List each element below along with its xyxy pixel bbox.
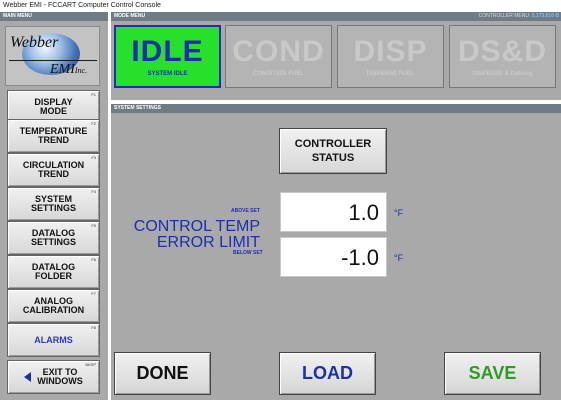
mode-disp-button[interactable]: DISP DISPENSE FUEL: [337, 25, 444, 88]
fkey-label: F5: [91, 223, 96, 228]
logo-line: [9, 60, 97, 61]
error-limit-label: ERROR LIMIT: [156, 234, 260, 251]
above-set-value-field[interactable]: 1.0: [280, 192, 387, 232]
mode-menu-panel: MODE MENU CONTROLLER MENU: 5.173.010 B I…: [111, 12, 561, 100]
left-arrow-icon: [24, 372, 32, 382]
fkey-label: F4: [91, 189, 96, 194]
mode-dsd-button[interactable]: DS&D DISPENSE & Datalog: [449, 25, 556, 88]
fkey-label: F8: [91, 325, 96, 330]
above-set-label: ABOVE SET: [231, 208, 260, 214]
below-set-label: BELOW SET: [233, 250, 263, 256]
below-set-value-field[interactable]: -1.0: [280, 237, 387, 277]
fkey-label: F6: [91, 257, 96, 262]
save-button[interactable]: SAVE: [444, 352, 541, 395]
fkey-label: F7: [91, 291, 96, 296]
mode-cond-button[interactable]: COND CONDITION FUEL: [225, 25, 332, 88]
fkey-label: BKSP: [85, 362, 96, 367]
below-unit-label: °F: [394, 253, 404, 263]
main-menu-header: MAIN MENU: [0, 12, 108, 21]
webber-emi-logo: Webber EMIInc.: [5, 26, 100, 86]
controller-status-button[interactable]: CONTROLLER STATUS: [279, 128, 387, 174]
mode-idle-button[interactable]: IDLE SYSTEM IDLE: [114, 25, 221, 88]
analog-calibration-button[interactable]: F7 ANALOG CALIBRATION: [7, 289, 100, 323]
above-unit-label: °F: [394, 208, 404, 218]
done-button[interactable]: DONE: [114, 352, 211, 395]
datalog-settings-button[interactable]: F5 DATALOG SETTINGS: [7, 221, 100, 255]
exit-to-windows-button[interactable]: BKSP EXIT TO WINDOWS: [7, 360, 100, 394]
fkey-label: F3: [91, 155, 96, 160]
temperature-trend-button[interactable]: F2 TEMPERATURE TREND: [7, 119, 100, 153]
control-temp-label: CONTROL TEMP: [133, 218, 260, 235]
datalog-folder-button[interactable]: F6 DATALOG FOLDER: [7, 255, 100, 289]
main-menu-sidebar: MAIN MENU Webber EMIInc. F1 DISPLAY MODE…: [0, 12, 108, 400]
alarms-button[interactable]: F8 ALARMS: [7, 323, 100, 357]
fkey-label: F1: [91, 92, 96, 97]
controller-version: CONTROLLER MENU: 5.173.010 B: [478, 13, 559, 19]
logo-brand-sub: EMIInc.: [50, 62, 88, 77]
system-settings-panel: SYSTEM SETTINGS CONTROLLER STATUS ABOVE …: [111, 104, 561, 400]
fkey-label: F2: [91, 121, 96, 126]
circulation-trend-button[interactable]: F3 CIRCULATION TREND: [7, 153, 100, 187]
system-settings-header: SYSTEM SETTINGS: [111, 104, 561, 113]
logo-brand-main: Webber: [10, 34, 59, 51]
system-settings-button[interactable]: F4 SYSTEM SETTINGS: [7, 187, 100, 221]
window-title: Webber EMI - FCCART Computer Control Con…: [0, 0, 561, 12]
load-button[interactable]: LOAD: [279, 352, 376, 395]
